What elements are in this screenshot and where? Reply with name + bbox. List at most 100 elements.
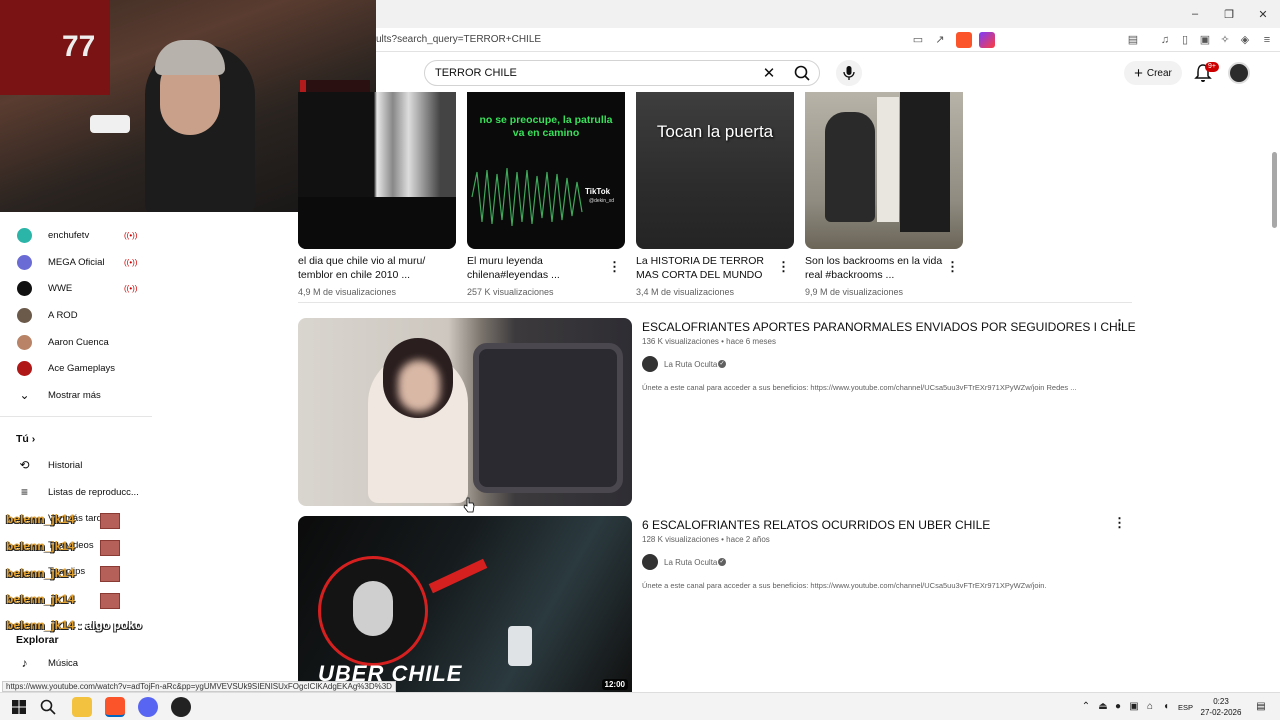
- chat-message: algo poko: [85, 618, 143, 632]
- explore-section-header: Explorar: [16, 634, 59, 646]
- channel-name[interactable]: La Ruta Oculta: [664, 558, 717, 567]
- network-icon[interactable]: ⌂: [1144, 701, 1156, 712]
- sidebar-item-history[interactable]: ⟲ Historial: [0, 452, 152, 478]
- chat-emote: [100, 513, 120, 529]
- more-options-icon[interactable]: ⋮: [1113, 318, 1126, 331]
- sidebar-item-ace-gameplays[interactable]: Ace Gameplays: [0, 355, 152, 381]
- video-result[interactable]: UBER CHILE 12:00 6 ESCALOFRIANTES RELATO…: [298, 516, 1132, 694]
- search-input[interactable]: TERROR CHILE ✕: [424, 60, 820, 86]
- show-more-button[interactable]: ⌄ Mostrar más: [0, 382, 152, 408]
- short-card[interactable]: Tocan la puerta La HISTORIA DE TERROR MA…: [636, 92, 794, 297]
- more-options-icon[interactable]: ⋮: [946, 260, 959, 273]
- sidebar-item-enchufetv[interactable]: enchufetv ((•)): [0, 222, 152, 248]
- chat-username: belenn_jk14: [6, 512, 75, 526]
- chat-emote: [100, 566, 120, 582]
- sidebar-item-aaron-cuenca[interactable]: Aaron Cuenca: [0, 329, 152, 355]
- menu-icon[interactable]: ≡: [1260, 33, 1274, 47]
- clock[interactable]: 0:23 27-02-2026: [1200, 696, 1242, 718]
- sidebar-icon[interactable]: ▯: [1178, 33, 1192, 47]
- address-bar[interactable]: ults?search_query=TERROR+CHILE ▭ ↗ ▤ ♫ ▯…: [376, 28, 1280, 52]
- short-thumbnail[interactable]: [298, 92, 456, 249]
- divider: [298, 302, 1132, 303]
- short-overlay-text: no se preocupe, la patrulla va en camino: [479, 114, 613, 139]
- reader-icon[interactable]: ▤: [1126, 33, 1140, 47]
- clock-date: 27-02-2026: [1200, 708, 1242, 717]
- minimize-button[interactable]: –: [1178, 0, 1212, 28]
- taskbar: ⌃ ⏏ ● ▣ ⌂ ◖ ESP 0:23 27-02-2026 ▤: [0, 692, 1280, 720]
- search-query[interactable]: TERROR CHILE: [435, 67, 517, 79]
- usb-icon[interactable]: ⏏: [1097, 701, 1109, 712]
- discord-icon[interactable]: [138, 697, 158, 717]
- file-explorer-icon[interactable]: [72, 697, 92, 717]
- video-title[interactable]: 6 ESCALOFRIANTES RELATOS OCURRIDOS EN UB…: [642, 518, 990, 532]
- red-arrow-image: [428, 558, 488, 594]
- short-thumbnail[interactable]: no se preocupe, la patrulla va en camino…: [467, 92, 625, 249]
- sidebar-item-label: Listas de reproducc...: [48, 486, 139, 498]
- more-options-icon[interactable]: ⋮: [777, 260, 790, 273]
- video-result[interactable]: ESCALOFRIANTES APORTES PARANORMALES ENVI…: [298, 318, 1136, 506]
- channel-name[interactable]: La Ruta Oculta: [664, 360, 717, 369]
- maximize-button[interactable]: ❐: [1212, 0, 1246, 28]
- video-thumbnail[interactable]: [298, 318, 632, 506]
- app-tray-icon[interactable]: ▣: [1128, 701, 1140, 712]
- you-section-header[interactable]: Tú ›: [16, 433, 35, 445]
- share-icon[interactable]: ↗: [933, 33, 947, 47]
- short-title[interactable]: el dia que chile vio al muru/ temblor en…: [298, 254, 438, 282]
- sidebar-item-playlists[interactable]: ≡ Listas de reproducc...: [0, 479, 152, 505]
- short-thumbnail[interactable]: Tocan la puerta: [636, 92, 794, 249]
- chat-emote: [100, 540, 120, 556]
- brave-browser-icon[interactable]: [105, 697, 125, 717]
- page-scrollbar[interactable]: [1270, 92, 1280, 690]
- sidebar-item-music[interactable]: ♪ Música: [0, 650, 152, 676]
- vpn-icon[interactable]: ◈: [1238, 33, 1252, 47]
- sidebar-item-wwe[interactable]: WWE ((•)): [0, 275, 152, 301]
- clear-search-icon[interactable]: ✕: [760, 64, 778, 82]
- microphone-icon[interactable]: [836, 60, 862, 86]
- short-card[interactable]: el dia que chile vio al muru/ temblor en…: [298, 92, 456, 297]
- chevron-right-icon: ›: [31, 433, 36, 445]
- chat-username: belenn_jk14: [6, 539, 75, 553]
- wallet-icon[interactable]: ▣: [1198, 33, 1212, 47]
- windows-start-icon[interactable]: [12, 700, 26, 714]
- phone-image: [508, 626, 532, 666]
- channel-avatar: [17, 307, 32, 323]
- sidebar-item-a-rod[interactable]: A ROD: [0, 302, 152, 328]
- language-indicator[interactable]: ESP: [1178, 703, 1193, 712]
- close-window-button[interactable]: ✕: [1246, 0, 1280, 28]
- account-avatar[interactable]: [1228, 62, 1250, 84]
- verified-icon: ✓: [718, 360, 726, 368]
- search-icon[interactable]: [785, 63, 819, 83]
- leo-icon[interactable]: ✧: [1218, 33, 1232, 47]
- notification-center-icon[interactable]: ▤: [1255, 701, 1267, 712]
- music-icon[interactable]: ♫: [1158, 33, 1172, 47]
- url-text[interactable]: ults?search_query=TERROR+CHILE: [376, 34, 541, 45]
- search-icon[interactable]: [40, 699, 56, 715]
- video-meta: 128 K visualizaciones • hace 2 años: [642, 535, 770, 544]
- playlist-icon: ≡: [20, 485, 28, 499]
- cast-icon[interactable]: ▭: [911, 33, 925, 47]
- short-title[interactable]: Son los backrooms en la vida real #backr…: [805, 254, 945, 282]
- short-card[interactable]: Son los backrooms en la vida real #backr…: [805, 92, 963, 297]
- more-options-icon[interactable]: ⋮: [1113, 516, 1126, 529]
- scrollbar-thumb[interactable]: [1272, 152, 1277, 228]
- brave-rewards-icon[interactable]: [979, 32, 995, 48]
- short-title[interactable]: La HISTORIA DE TERROR MAS CORTA DEL MUND…: [636, 254, 776, 282]
- short-card[interactable]: no se preocupe, la patrulla va en camino…: [467, 92, 625, 297]
- obs-icon[interactable]: [171, 697, 191, 717]
- brave-shield-icon[interactable]: [956, 32, 972, 48]
- microphone-icon[interactable]: ●: [1112, 701, 1124, 712]
- music-note-icon: ♪: [21, 656, 28, 670]
- sidebar-item-mega-oficial[interactable]: MEGA Oficial ((•)): [0, 249, 152, 275]
- channel-avatar[interactable]: [642, 356, 658, 372]
- chevron-up-icon[interactable]: ⌃: [1080, 701, 1092, 712]
- channel-avatar[interactable]: [642, 554, 658, 570]
- short-title[interactable]: El muru leyenda chilena#leyendas ...: [467, 254, 607, 282]
- jersey-number-image: 77: [62, 30, 96, 63]
- create-label: Crear: [1146, 67, 1172, 79]
- create-button[interactable]: + Crear: [1124, 61, 1182, 85]
- video-title[interactable]: ESCALOFRIANTES APORTES PARANORMALES ENVI…: [642, 320, 1136, 334]
- volume-icon[interactable]: ◖: [1160, 701, 1172, 712]
- video-thumbnail[interactable]: UBER CHILE 12:00: [298, 516, 632, 692]
- more-options-icon[interactable]: ⋮: [608, 260, 621, 273]
- short-thumbnail[interactable]: [805, 92, 963, 249]
